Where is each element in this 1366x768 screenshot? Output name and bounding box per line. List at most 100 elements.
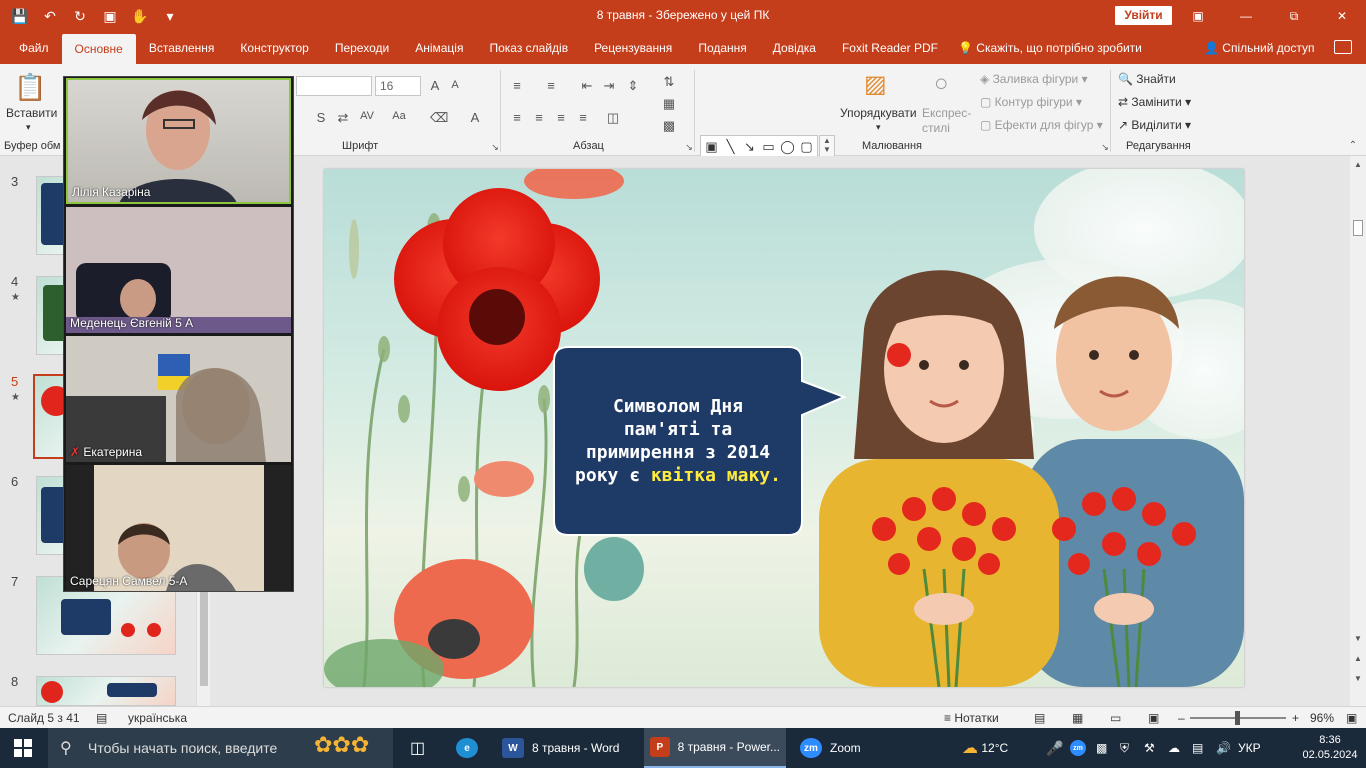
numbering-icon[interactable]: ≡ [542, 78, 560, 93]
shrink-font-icon[interactable]: A [446, 79, 464, 93]
defender-icon[interactable]: ⚒ [1144, 728, 1155, 768]
reading-view-icon[interactable]: ▭ [1110, 711, 1121, 725]
zoom-slider-handle[interactable] [1235, 711, 1240, 725]
video-tile-4[interactable]: Сарецян Самвел 5-А [66, 465, 291, 591]
align-center-icon[interactable]: ≡ [530, 110, 548, 125]
slide-sorter-icon[interactable]: ▦ [1072, 711, 1083, 725]
oval-shape-icon[interactable]: ◯ [778, 137, 797, 157]
find-button[interactable]: 🔍 Знайти [1118, 72, 1176, 86]
volume-icon[interactable]: 🔊 [1216, 728, 1231, 768]
taskbar-zoom[interactable]: zm Zoom [794, 728, 894, 768]
previous-slide-icon[interactable]: ▲ [1350, 652, 1366, 666]
tab-transitions[interactable]: Переходи [322, 32, 402, 64]
share-button[interactable]: 👤 Спільний доступ [1204, 32, 1315, 64]
paragraph-launcher-icon[interactable]: ↘ [680, 142, 698, 156]
tab-foxit[interactable]: Foxit Reader PDF [829, 32, 951, 64]
microphone-icon[interactable]: 🎤 [1046, 728, 1063, 768]
fit-slide-icon[interactable]: ▣ [1346, 711, 1357, 725]
customize-qat-icon[interactable]: ▾ [158, 5, 182, 27]
arrow-line-shape-icon[interactable]: ↘ [740, 137, 759, 157]
rectangle-shape-icon[interactable]: ▭ [759, 137, 778, 157]
tell-me-search[interactable]: 💡 Скажіть, що потрібно зробити [958, 32, 1142, 64]
comments-icon[interactable] [1334, 40, 1352, 54]
collapse-ribbon-icon[interactable]: ⌃ [1344, 140, 1362, 154]
scroll-thumb[interactable] [1353, 220, 1363, 236]
paste-dropdown-icon[interactable]: ▾ [26, 122, 31, 133]
slide-thumbnail-8[interactable] [36, 676, 176, 706]
tray-shield-icon[interactable]: ⛨ [1120, 728, 1129, 768]
tab-file[interactable]: Файл [6, 32, 62, 64]
language-indicator[interactable]: українська [128, 711, 187, 725]
quick-styles-icon[interactable]: ○ [934, 70, 949, 98]
tab-review[interactable]: Рецензування [581, 32, 685, 64]
minimize-icon[interactable]: — [1222, 0, 1270, 32]
taskbar-word[interactable]: W 8 травня - Word [496, 728, 638, 768]
replace-button[interactable]: ⇄ Замінити ▾ [1118, 95, 1191, 109]
zoom-level[interactable]: 96% [1310, 711, 1334, 725]
system-clock[interactable]: 8:36 02.05.2024 [1300, 733, 1360, 763]
tab-insert[interactable]: Вставлення [136, 32, 228, 64]
video-tile-3[interactable]: ✗ Екатерина [66, 336, 291, 462]
tab-animations[interactable]: Анімація [402, 32, 476, 64]
textbox-shape-icon[interactable]: ▣ [702, 137, 721, 157]
grow-font-icon[interactable]: A [426, 78, 444, 93]
restore-icon[interactable]: ⧉ [1270, 0, 1318, 32]
tray-app-icon[interactable]: ▩ [1096, 728, 1107, 768]
scroll-up-icon[interactable]: ▲ [1350, 158, 1366, 172]
slide-canvas[interactable]: Символом Дня пам'яті та примирення з 201… [324, 169, 1244, 687]
network-icon[interactable]: ▤ [1192, 728, 1203, 768]
video-tile-2[interactable]: Меденець Євгеній 5 А [66, 207, 291, 333]
sign-in-button[interactable]: Увійти [1115, 6, 1172, 25]
align-right-icon[interactable]: ≡ [552, 110, 570, 125]
paste-button[interactable]: Вставити [6, 106, 57, 120]
onedrive-icon[interactable]: ☁ [1168, 728, 1180, 768]
zoom-in-icon[interactable]: + [1292, 711, 1299, 725]
tab-view[interactable]: Подання [685, 32, 759, 64]
shape-outline-button[interactable]: ▢ Контур фігури ▾ [980, 95, 1082, 109]
tab-design[interactable]: Конструктор [227, 32, 321, 64]
taskbar-powerpoint[interactable]: P 8 травня - Power... [644, 728, 786, 768]
font-size-input[interactable]: 16 [375, 76, 421, 96]
undo-icon[interactable]: ↶ [38, 5, 62, 27]
text-direction-icon[interactable]: ⇅ [660, 74, 678, 89]
touch-mode-icon[interactable]: ✋ [128, 5, 152, 27]
drawing-launcher-icon[interactable]: ↘ [1096, 142, 1114, 156]
ribbon-display-icon[interactable]: ▣ [1174, 0, 1222, 32]
align-text-icon[interactable]: ▦ [660, 96, 678, 111]
align-left-icon[interactable]: ≡ [508, 110, 526, 125]
speech-bubble-text[interactable]: Символом Дня пам'яті та примирення з 201… [556, 395, 800, 487]
start-button[interactable] [14, 739, 32, 757]
rounded-rect-shape-icon[interactable]: ▢ [797, 137, 816, 157]
weather-widget[interactable]: ☁ 12°C [962, 728, 1008, 768]
line-spacing-icon[interactable]: ⇕ [624, 78, 642, 93]
normal-view-icon[interactable]: ▤ [1034, 711, 1045, 725]
present-icon[interactable]: ▣ [98, 5, 122, 27]
font-name-input[interactable] [296, 76, 372, 96]
strikethrough-icon[interactable]: ⇄ [334, 110, 352, 125]
tab-slideshow[interactable]: Показ слайдів [476, 32, 581, 64]
shape-fill-button[interactable]: ◈ Заливка фігури ▾ [980, 72, 1088, 86]
clear-format-icon[interactable]: ⌫ [430, 110, 448, 125]
close-icon[interactable]: ✕ [1318, 0, 1366, 32]
tab-home[interactable]: Основне [61, 34, 136, 64]
video-tile-1[interactable]: Лілія Казаріна [66, 78, 291, 204]
paste-icon[interactable]: 📋 [14, 72, 46, 103]
slideshow-view-icon[interactable]: ▣ [1148, 711, 1159, 725]
scroll-down-icon[interactable]: ▼ [1350, 632, 1366, 646]
increase-indent-icon[interactable]: ⇥ [600, 78, 618, 93]
text-shadow-icon[interactable]: S [312, 110, 330, 125]
next-slide-icon[interactable]: ▼ [1350, 672, 1366, 686]
bullets-icon[interactable]: ≡ [508, 78, 526, 93]
char-spacing-icon[interactable]: AV [358, 110, 376, 124]
change-case-icon[interactable]: Aa [390, 110, 408, 124]
line-shape-icon[interactable]: ╲ [721, 137, 740, 157]
save-icon[interactable]: 💾 [8, 5, 32, 27]
tab-help[interactable]: Довідка [760, 32, 829, 64]
task-view-icon[interactable]: ◫ [404, 728, 431, 768]
arrange-dropdown-icon[interactable]: ▾ [876, 122, 881, 133]
select-button[interactable]: ↗ Виділити ▾ [1118, 118, 1191, 132]
quick-styles-button[interactable]: Експрес-стилі [922, 106, 972, 136]
slide-vertical-scrollbar[interactable]: ▲ ▼ ▲ ▼ [1350, 156, 1366, 706]
smartart-icon[interactable]: ▩ [660, 118, 678, 133]
edge-icon[interactable]: e [450, 728, 484, 768]
